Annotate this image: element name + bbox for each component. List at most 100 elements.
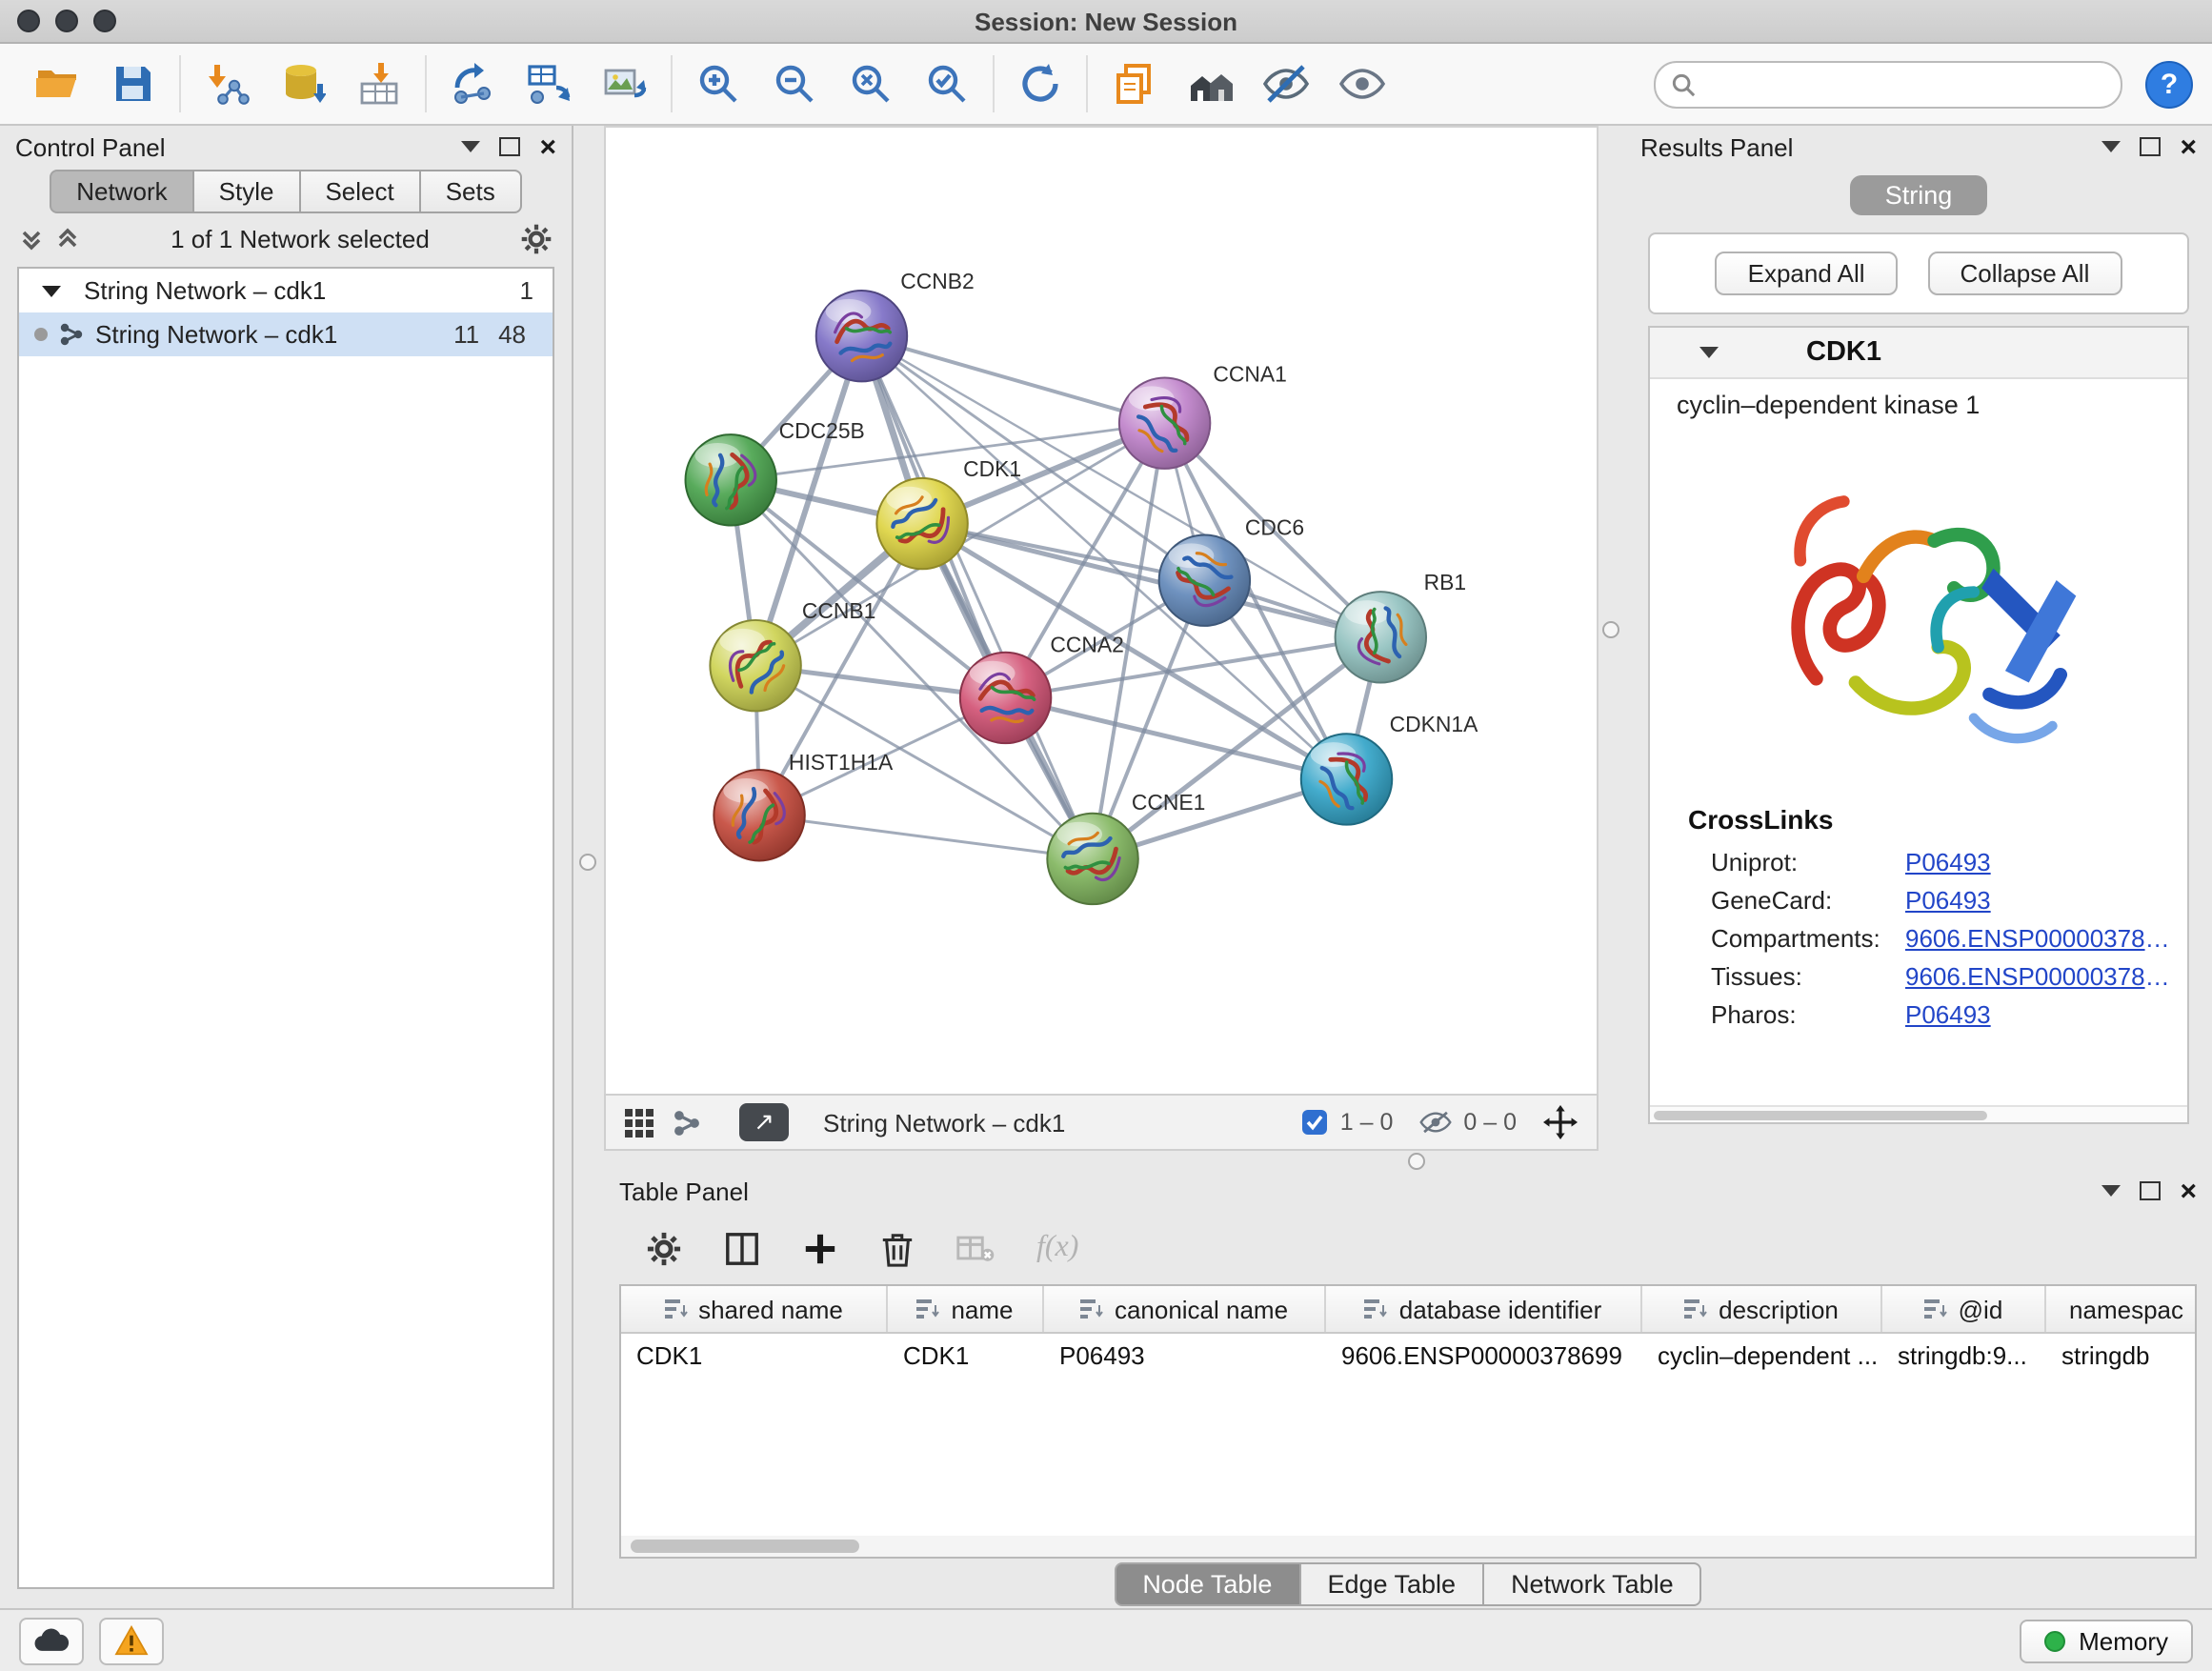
network-edge[interactable] (861, 336, 1164, 423)
delete-column-trash-icon[interactable] (880, 1230, 915, 1266)
results-scrollbar[interactable] (1650, 1105, 2187, 1122)
panel-collapse-icon[interactable] (461, 141, 480, 152)
column-header-database-identifier[interactable]: database identifier (1326, 1286, 1642, 1332)
network-collection-row[interactable]: String Network – cdk1 1 (19, 269, 553, 312)
panel-float-icon[interactable] (2140, 137, 2161, 156)
network-node-CDC25B[interactable] (686, 434, 776, 525)
splitter-handle[interactable] (1408, 1153, 1425, 1170)
tab-sets[interactable]: Sets (419, 170, 522, 213)
panel-close-icon[interactable]: × (539, 132, 556, 161)
warnings-button[interactable] (99, 1617, 164, 1664)
search-input[interactable] (1705, 68, 2105, 100)
network-canvas[interactable]: CCNB2CCNA1CDC25BCDK1CDC6RB1CCNB1CCNA2CDK… (604, 126, 1599, 1094)
help-button[interactable]: ? (2145, 60, 2193, 108)
export-image-button[interactable] (587, 51, 663, 116)
collapse-all-button[interactable]: Collapse All (1928, 252, 2122, 295)
panel-collapse-icon[interactable] (2101, 141, 2121, 152)
add-column-icon[interactable] (802, 1230, 838, 1266)
expand-all-networks-icon[interactable] (19, 226, 44, 251)
network-node-CCNA2[interactable] (960, 653, 1051, 743)
tab-edge-table[interactable]: Edge Table (1298, 1561, 1484, 1605)
network-edge[interactable] (922, 524, 1380, 637)
show-columns-icon[interactable] (724, 1230, 760, 1266)
splitter-handle[interactable] (579, 854, 596, 871)
zoom-selected-button[interactable] (909, 51, 985, 116)
pan-mode-icon[interactable] (1543, 1105, 1578, 1139)
tissues-link[interactable]: 9606.ENSP00000378699 (1905, 961, 2176, 990)
zoom-in-button[interactable] (680, 51, 756, 116)
column-header-namespace[interactable]: namespac (2046, 1286, 2195, 1332)
string-home-button[interactable] (1172, 51, 1248, 116)
memory-button[interactable]: Memory (2020, 1619, 2193, 1662)
collapse-all-networks-icon[interactable] (55, 226, 80, 251)
birdseye-view-icon[interactable] (673, 1108, 701, 1137)
import-network-database-button[interactable] (265, 51, 341, 116)
network-row-selected[interactable]: String Network – cdk1 11 48 (19, 312, 553, 356)
window-close-button[interactable] (17, 10, 40, 32)
hide-selection-button[interactable] (1248, 51, 1324, 116)
table-row[interactable]: CDK1 CDK1 P06493 9606.ENSP00000378699 cy… (621, 1334, 2195, 1379)
column-header-shared-name[interactable]: shared name (621, 1286, 888, 1332)
selected-checkbox-icon[interactable] (1302, 1109, 1329, 1136)
column-header-name[interactable]: name (888, 1286, 1044, 1332)
network-node-CCNB2[interactable] (816, 291, 907, 381)
panel-close-icon[interactable]: × (2180, 1177, 2197, 1205)
panel-float-icon[interactable] (2140, 1181, 2161, 1200)
gene-section-header[interactable]: CDK1 (1650, 328, 2187, 379)
genecard-link[interactable]: P06493 (1905, 885, 1991, 914)
import-table-button[interactable] (341, 51, 417, 116)
network-node-CDC6[interactable] (1159, 534, 1250, 625)
scrollbar-thumb[interactable] (1654, 1110, 1987, 1119)
column-header-id[interactable]: @id (1882, 1286, 2046, 1332)
new-network-button[interactable] (434, 51, 511, 116)
panel-close-icon[interactable]: × (2180, 132, 2197, 161)
uniprot-link[interactable]: P06493 (1905, 847, 1991, 876)
network-node-CCNA1[interactable] (1119, 377, 1210, 468)
window-zoom-button[interactable] (93, 10, 116, 32)
tab-select[interactable]: Select (298, 170, 420, 213)
network-node-HIST1H1A[interactable] (714, 770, 804, 860)
copy-document-button[interactable] (1096, 51, 1172, 116)
splitter-handle[interactable] (1602, 621, 1619, 638)
tab-network[interactable]: Network (50, 170, 193, 213)
window-minimize-button[interactable] (55, 10, 78, 32)
network-from-table-button[interactable] (511, 51, 587, 116)
pharos-link[interactable]: P06493 (1905, 999, 1991, 1028)
save-session-button[interactable] (95, 51, 171, 116)
show-panel-button[interactable] (1324, 51, 1400, 116)
network-node-CCNB1[interactable] (710, 620, 800, 711)
network-node-CCNE1[interactable] (1047, 814, 1137, 904)
tab-node-table[interactable]: Node Table (1114, 1561, 1300, 1605)
apply-layout-button[interactable] (1002, 51, 1078, 116)
expand-all-button[interactable]: Expand All (1716, 252, 1898, 295)
open-session-button[interactable] (19, 51, 95, 116)
zoom-out-button[interactable] (756, 51, 833, 116)
hidden-eye-slash-icon[interactable] (1419, 1109, 1452, 1136)
compartments-link[interactable]: 9606.ENSP00000378699 (1905, 923, 2176, 952)
panel-collapse-icon[interactable] (2101, 1185, 2121, 1197)
network-node-CDKN1A[interactable] (1301, 734, 1392, 824)
table-panel-splitter[interactable] (604, 1151, 2212, 1170)
open-in-window-button[interactable]: ↗ (739, 1103, 789, 1141)
column-header-canonical-name[interactable]: canonical name (1044, 1286, 1326, 1332)
tab-style[interactable]: Style (192, 170, 301, 213)
table-settings-gear-icon[interactable] (646, 1230, 682, 1266)
zoom-fit-button[interactable] (833, 51, 909, 116)
network-edge[interactable] (861, 336, 1093, 859)
network-node-CDK1[interactable] (876, 478, 967, 569)
column-header-description[interactable]: description (1642, 1286, 1882, 1332)
panel-float-icon[interactable] (499, 137, 520, 156)
import-network-file-button[interactable] (189, 51, 265, 116)
cloud-status-button[interactable] (19, 1617, 84, 1664)
grid-view-icon[interactable] (625, 1108, 654, 1137)
table-horizontal-scrollbar[interactable] (621, 1536, 2195, 1557)
results-panel-splitter[interactable] (1599, 126, 1625, 1151)
network-node-RB1[interactable] (1336, 592, 1426, 682)
tree-expander-icon[interactable] (42, 285, 61, 296)
scrollbar-thumb[interactable] (631, 1540, 859, 1553)
results-tab-string[interactable]: String (1851, 175, 1987, 215)
tab-network-table[interactable]: Network Table (1482, 1561, 1702, 1605)
network-edge[interactable] (759, 815, 1093, 859)
control-panel-splitter[interactable] (573, 126, 604, 1608)
gear-icon[interactable] (520, 222, 553, 254)
